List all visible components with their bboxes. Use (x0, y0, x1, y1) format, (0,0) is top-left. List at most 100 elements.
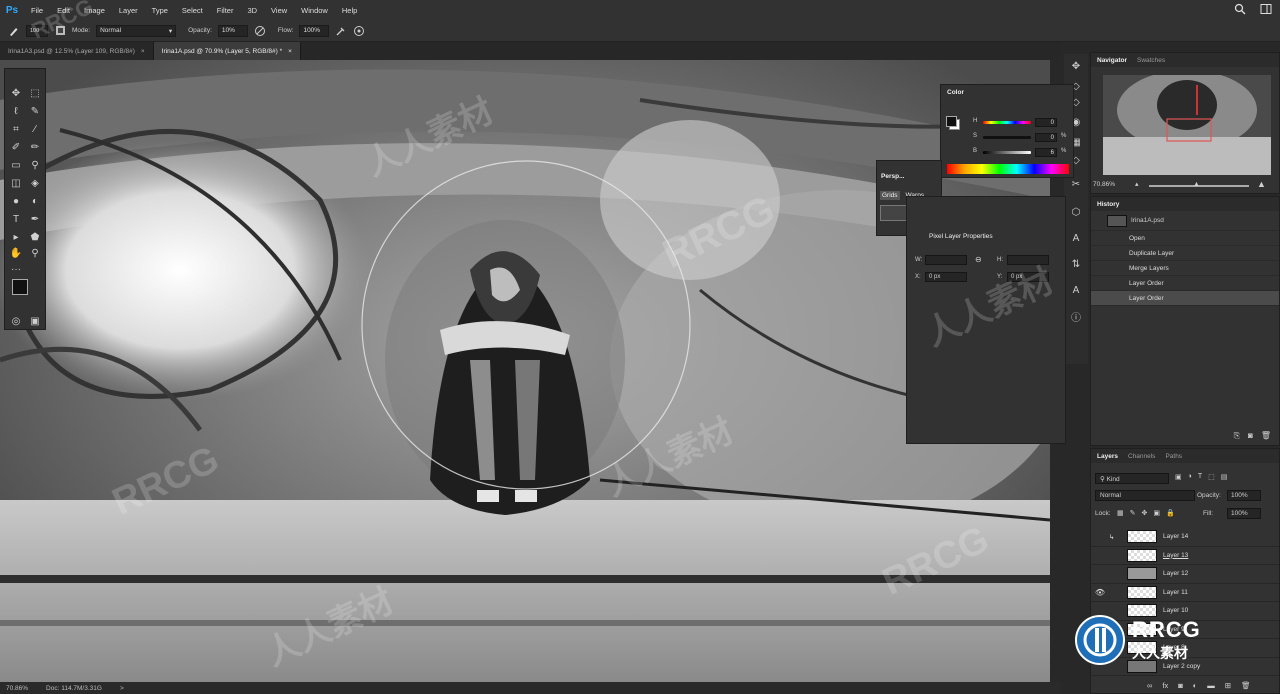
history-title[interactable]: History (1097, 201, 1119, 208)
paint-bucket-icon[interactable]: ◈ (27, 175, 43, 191)
mask-icon[interactable]: ◙ (1178, 681, 1183, 690)
saturation-field[interactable]: 0 (1035, 133, 1057, 142)
x-field[interactable]: 0 px (925, 272, 967, 282)
history-snapshot[interactable]: Irina1A.psd (1091, 211, 1279, 231)
filter-pixel-icon[interactable]: ▣ (1175, 473, 1182, 481)
zoom-out-icon[interactable]: ▴ (1135, 180, 1139, 188)
eye-icon[interactable]: 👁 (1091, 588, 1109, 597)
menu-image[interactable]: Image (77, 6, 112, 15)
path-select-icon[interactable]: ▸ (8, 229, 24, 245)
filter-type-icon[interactable]: T (1198, 473, 1202, 481)
eraser-tool-icon[interactable]: ◫ (8, 175, 24, 191)
history-item-selected[interactable]: Layer Order (1091, 291, 1279, 306)
navigator-panel-icon[interactable]: ✥ (1068, 58, 1084, 74)
move-tool-icon[interactable]: ✥ (8, 85, 24, 101)
shape-tool-icon[interactable]: ⬟ (27, 229, 43, 245)
pressure-size-icon[interactable] (353, 25, 365, 37)
status-menu-arrow[interactable]: > (120, 685, 124, 692)
lock-transparent-icon[interactable]: ▦ (1117, 509, 1124, 517)
type-tool-icon[interactable]: T (8, 211, 24, 227)
hand-tool-icon[interactable]: ✋ (8, 245, 24, 261)
adjustments-panel-icon[interactable]: ⇅ (1068, 256, 1084, 272)
trash-icon[interactable]: 🗑 (1261, 431, 1271, 441)
more-tools-icon[interactable]: ··· (8, 261, 24, 277)
zoom-slider-thumb[interactable]: ▲ (1193, 181, 1200, 188)
tab-channels[interactable]: Channels (1128, 453, 1155, 460)
adjustment-icon[interactable]: ◐ (1193, 681, 1198, 690)
close-icon[interactable]: × (141, 48, 145, 55)
close-icon[interactable]: × (288, 48, 292, 55)
layer-filter-kind[interactable]: ⚲ Kind (1095, 473, 1169, 484)
menu-view[interactable]: View (264, 6, 294, 15)
brightness-slider[interactable] (983, 151, 1031, 154)
saturation-slider[interactable] (983, 136, 1031, 139)
pen-tool-icon[interactable]: ✒ (27, 211, 43, 227)
blur-tool-icon[interactable]: ● (8, 193, 24, 209)
menu-3d[interactable]: 3D (240, 6, 264, 15)
history-item[interactable]: Open (1091, 231, 1279, 246)
screen-mode-icon[interactable]: ▣ (27, 313, 43, 329)
eyedropper-icon[interactable]: ∕ (27, 121, 43, 137)
lock-all-icon[interactable]: 🔒 (1166, 509, 1175, 517)
menu-edit[interactable]: Edit (50, 6, 77, 15)
menu-select[interactable]: Select (175, 6, 210, 15)
new-layer-icon[interactable]: ⊞ (1225, 681, 1231, 690)
search-icon[interactable] (1234, 3, 1246, 17)
lock-pixels-icon[interactable]: ✎ (1130, 509, 1136, 517)
zoom-level[interactable]: 70.86% (6, 685, 28, 692)
grid-preset-thumb[interactable] (880, 205, 908, 221)
link-icon[interactable]: ∞ (1147, 681, 1152, 690)
zoom-tool-icon[interactable]: ⚲ (27, 245, 43, 261)
brush-settings-icon[interactable] (54, 25, 66, 37)
crop-tool-icon[interactable]: ⌗ (8, 121, 24, 137)
snapshot-icon[interactable]: ◙ (1248, 431, 1253, 441)
opacity-field[interactable]: 10% (217, 24, 248, 37)
menu-filter[interactable]: Filter (210, 6, 241, 15)
menu-layer[interactable]: Layer (112, 6, 145, 15)
history-item[interactable]: Merge Layers (1091, 261, 1279, 276)
new-document-icon[interactable]: ⎘ (1234, 431, 1240, 441)
airbrush-icon[interactable] (335, 25, 347, 37)
history-item[interactable]: Layer Order (1091, 276, 1279, 291)
history-item[interactable]: Duplicate Layer (1091, 246, 1279, 261)
marquee-tool-icon[interactable]: ⬚ (27, 85, 43, 101)
info-panel-icon[interactable]: ⓘ (1068, 308, 1084, 324)
menu-file[interactable]: File (24, 6, 50, 15)
menu-help[interactable]: Help (335, 6, 364, 15)
tab-irina1a3[interactable]: Irina1A3.psd @ 12.5% (Layer 109, RGB/8#)… (0, 42, 154, 60)
tools-panel-icon[interactable]: ✂ (1068, 176, 1084, 192)
y-field[interactable]: 0 px (1007, 272, 1049, 282)
menu-window[interactable]: Window (294, 6, 335, 15)
hue-field[interactable]: 0 (1035, 118, 1057, 127)
character-panel-icon[interactable]: A (1068, 230, 1084, 246)
flow-field[interactable]: 100% (299, 24, 330, 37)
menu-type[interactable]: Type (145, 6, 175, 15)
workspace-icon[interactable] (1260, 3, 1272, 17)
brush-tool-icon[interactable]: ✐ (8, 139, 24, 155)
filter-adjust-icon[interactable]: ◑ (1188, 473, 1192, 481)
height-field[interactable] (1007, 255, 1049, 265)
document-canvas[interactable] (0, 60, 1050, 682)
zoom-in-icon[interactable]: ▲ (1257, 179, 1266, 189)
mode-select[interactable]: Normal ▾ (96, 24, 177, 37)
paragraph-panel-icon[interactable]: A (1068, 282, 1084, 298)
layer-row[interactable]: 👁 Layer 11 (1091, 584, 1279, 602)
clone-stamp-icon[interactable]: ⚲ (27, 157, 43, 173)
quick-mask-icon[interactable]: ◎ (8, 313, 24, 329)
tab-layers[interactable]: Layers (1097, 453, 1118, 460)
tab-swatches[interactable]: Swatches (1137, 57, 1165, 64)
blend-mode-select[interactable]: Normal (1095, 490, 1195, 501)
lasso-tool-icon[interactable]: ℓ (8, 103, 24, 119)
tab-irina1a[interactable]: Irina1A.psd @ 70.9% (Layer 5, RGB/8#) * … (153, 42, 301, 60)
pressure-opacity-icon[interactable] (254, 25, 266, 37)
healing-brush-icon[interactable]: ▭ (8, 157, 24, 173)
layer-opacity-field[interactable]: 100% (1227, 490, 1261, 501)
foreground-color-swatch[interactable] (12, 279, 28, 295)
color-spectrum-bar[interactable] (947, 164, 1069, 174)
group-icon[interactable]: ▬ (1207, 681, 1215, 690)
fill-field[interactable]: 100% (1227, 508, 1261, 519)
link-dimensions-icon[interactable]: ⊖ (975, 255, 982, 264)
foreground-color-chip[interactable] (946, 116, 957, 127)
lock-artboard-icon[interactable]: ▣ (1153, 509, 1160, 517)
3d-panel-icon[interactable]: ⬡ (1068, 204, 1084, 220)
